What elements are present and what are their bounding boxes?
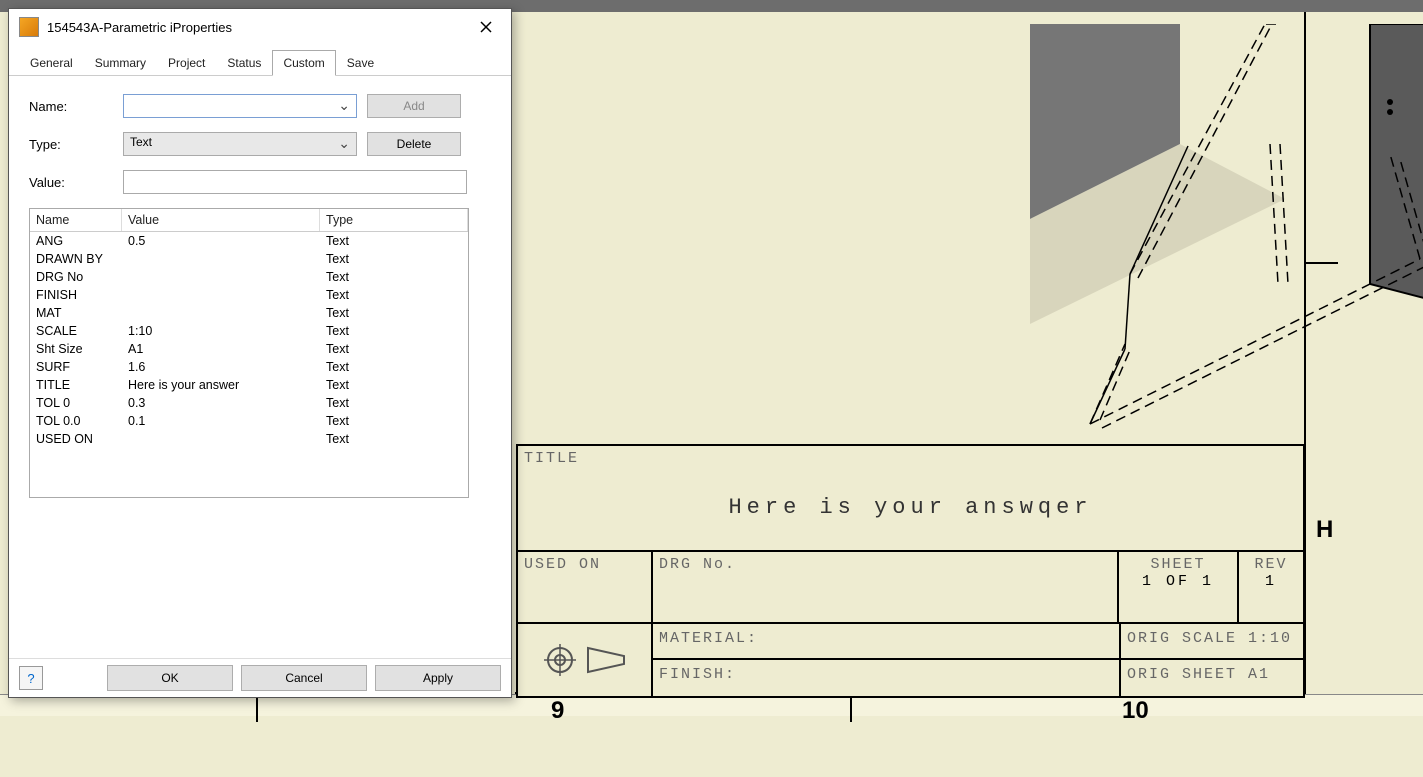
tab-custom[interactable]: Custom [272,50,335,76]
table-row[interactable]: ANG0.5Text [30,232,468,250]
cell-type: Text [326,234,462,248]
table-row[interactable]: USED ON Text [30,430,468,448]
table-row[interactable]: TOL 0.00.1Text [30,412,468,430]
table-row[interactable]: Sht SizeA1Text [30,340,468,358]
orig-sheet: ORIG SHEET A1 [1121,660,1303,696]
cell-value: 1:10 [128,324,326,338]
cell-type: Text [326,252,462,266]
cell-type: Text [326,306,462,320]
cell-name: TOL 0 [36,396,128,410]
add-button[interactable]: Add [367,94,461,118]
cell-name: MAT [36,306,128,320]
drgno-label: DRG No. [659,556,1111,573]
cell-value [128,306,326,320]
cell-name: SCALE [36,324,128,338]
name-label: Name: [29,99,123,114]
cell-type: Text [326,378,462,392]
cell-name: TOL 0.0 [36,414,128,428]
cell-name: USED ON [36,432,128,446]
dialog-title: 154543A-Parametric iProperties [47,20,471,35]
header-name[interactable]: Name [30,209,122,231]
dialog-titlebar[interactable]: 154543A-Parametric iProperties [9,9,511,45]
cell-value: 0.1 [128,414,326,428]
tab-status[interactable]: Status [216,50,272,76]
inventor-app-icon [19,17,39,37]
cell-name: DRAWN BY [36,252,128,266]
table-row[interactable]: TOL 00.3Text [30,394,468,412]
ruler-tick [256,694,258,722]
cell-name: DRG No [36,270,128,284]
cell-type: Text [326,396,462,410]
cell-type: Text [326,324,462,338]
sheet-value: 1 OF 1 [1125,573,1231,590]
type-combo[interactable]: Text [123,132,357,156]
properties-table[interactable]: Name Value Type ANG0.5TextDRAWN BYTextDR… [29,208,469,498]
border-number-9: 9 [551,697,564,725]
rev-label: REV [1245,556,1297,573]
orig-scale: ORIG SCALE 1:10 [1121,624,1303,660]
cell-value: 1.6 [128,360,326,374]
header-value[interactable]: Value [122,209,320,231]
cell-value [128,270,326,284]
cell-type: Text [326,432,462,446]
table-row[interactable]: FINISH Text [30,286,468,304]
cell-name: Sht Size [36,342,128,356]
cell-value: Here is your answer [128,378,326,392]
help-button[interactable]: ? [19,666,43,690]
cell-value [128,252,326,266]
table-row[interactable]: TITLEHere is your answerText [30,376,468,394]
cell-name: ANG [36,234,128,248]
border-number-10: 10 [1122,697,1149,725]
table-row[interactable]: DRAWN BY Text [30,250,468,268]
title-label: TITLE [524,450,1297,467]
cell-value: 0.5 [128,234,326,248]
border-tick [1306,262,1338,264]
header-type[interactable]: Type [320,209,468,231]
ok-button[interactable]: OK [107,665,233,691]
first-angle-symbol-icon [542,642,578,678]
cell-type: Text [326,288,462,302]
cell-name: FINISH [36,288,128,302]
border-letter-H: H [1316,516,1333,544]
cell-name: SURF [36,360,128,374]
value-input[interactable] [123,170,467,194]
projection-cone-icon [584,644,628,676]
cell-value: A1 [128,342,326,356]
tab-save[interactable]: Save [336,50,385,76]
cell-type: Text [326,270,462,284]
cell-type: Text [326,414,462,428]
cancel-button[interactable]: Cancel [241,665,367,691]
table-row[interactable]: SCALE1:10Text [30,322,468,340]
cell-value: 0.3 [128,396,326,410]
tab-project[interactable]: Project [157,50,216,76]
finish-label: FINISH: [653,660,1119,696]
table-row[interactable]: SURF1.6Text [30,358,468,376]
delete-button[interactable]: Delete [367,132,461,156]
title-block: TITLE Here is your answqer USED ON DRG N… [516,444,1305,698]
value-label: Value: [29,175,123,190]
type-label: Type: [29,137,123,152]
table-row[interactable]: MAT Text [30,304,468,322]
tab-strip: GeneralSummaryProjectStatusCustomSave [9,49,511,76]
cell-value [128,288,326,302]
tab-summary[interactable]: Summary [84,50,157,76]
name-combo[interactable] [123,94,357,118]
rev-value: 1 [1245,573,1297,590]
help-icon: ? [27,671,34,686]
cell-name: TITLE [36,378,128,392]
tab-general[interactable]: General [19,50,84,76]
cell-type: Text [326,360,462,374]
title-value: Here is your answqer [524,495,1297,520]
sheet-label: SHEET [1125,556,1231,573]
ruler-tick [850,694,852,722]
iproperties-dialog: 154543A-Parametric iProperties GeneralSu… [8,8,512,698]
close-icon [480,21,492,33]
cell-type: Text [326,342,462,356]
material-label: MATERIAL: [653,624,1119,660]
usedon-label: USED ON [524,556,645,573]
table-row[interactable]: DRG No Text [30,268,468,286]
close-button[interactable] [471,15,501,39]
cell-value [128,432,326,446]
apply-button[interactable]: Apply [375,665,501,691]
